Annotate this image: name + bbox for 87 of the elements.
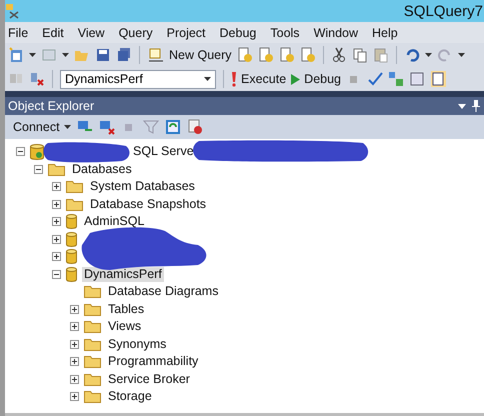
- menu-item[interactable]: Query: [118, 26, 153, 40]
- menu-item[interactable]: Debug: [220, 26, 256, 40]
- refresh-icon[interactable]: [164, 119, 181, 135]
- tree-node-label[interactable]: Views: [106, 319, 144, 334]
- database-icon: [66, 232, 77, 247]
- dropdown-icon[interactable]: [458, 104, 466, 108]
- results-icon[interactable]: [409, 71, 426, 87]
- expand-toggle[interactable]: [70, 304, 79, 314]
- expand-toggle[interactable]: [70, 374, 79, 384]
- new-query-button[interactable]: New Query: [147, 47, 232, 63]
- connect-button[interactable]: Connect: [13, 120, 71, 134]
- copy-icon[interactable]: [352, 47, 368, 63]
- tree-node-label[interactable]: Database Diagrams: [106, 284, 220, 300]
- app-icon[interactable]: [5, 3, 21, 19]
- database-icon: [66, 266, 77, 282]
- caret-icon[interactable]: [458, 53, 465, 57]
- tree-node-label[interactable]: Synonyms: [106, 336, 168, 352]
- server-icon: [30, 144, 44, 160]
- tree-node-label[interactable]: Databases: [70, 162, 134, 177]
- expand-toggle[interactable]: [52, 217, 61, 226]
- caret-icon[interactable]: [424, 53, 432, 57]
- tree-node-label[interactable]: Programmability: [106, 354, 200, 370]
- folder-icon: [84, 338, 101, 351]
- tree-node-label[interactable]: Database Snapshots: [88, 196, 208, 212]
- tree-node-label[interactable]: SQL Serve: [131, 144, 196, 160]
- tree-node-label[interactable]: Tables: [106, 302, 146, 317]
- new-query-icon: [147, 47, 165, 63]
- window-title: SQLQuery7: [404, 2, 483, 20]
- stop-activity-icon[interactable]: [186, 119, 203, 135]
- exclamation-icon: [231, 72, 237, 86]
- caret-icon[interactable]: [204, 77, 211, 81]
- cut-icon[interactable]: [330, 47, 347, 63]
- disconnect-icon[interactable]: [29, 71, 45, 87]
- folder-icon: [66, 180, 83, 194]
- folder-icon: [84, 285, 101, 298]
- tree-node-label[interactable]: Service Broker: [106, 372, 192, 387]
- menu-item[interactable]: Edit: [42, 26, 64, 40]
- menu-item[interactable]: Help: [372, 26, 398, 40]
- database-file-icon[interactable]: [300, 47, 316, 63]
- new-project-icon[interactable]: [8, 47, 24, 63]
- expand-toggle[interactable]: [52, 252, 61, 262]
- tree-node-label[interactable]: System Databases: [88, 179, 197, 194]
- menu-item[interactable]: Window: [314, 26, 358, 40]
- expand-toggle[interactable]: [70, 322, 79, 332]
- debug-button[interactable]: Debug: [291, 72, 342, 86]
- menu-item[interactable]: File: [8, 26, 28, 40]
- caret-icon[interactable]: [64, 125, 71, 129]
- folder-icon: [84, 302, 101, 316]
- grid-results-icon[interactable]: [430, 71, 446, 87]
- folder-icon: [84, 372, 101, 386]
- pin-icon[interactable]: [472, 100, 480, 112]
- database-icon: [66, 214, 77, 230]
- save-all-icon[interactable]: [116, 47, 132, 63]
- folder-icon: [66, 198, 83, 211]
- expand-toggle[interactable]: [70, 340, 79, 349]
- expand-toggle[interactable]: [52, 182, 61, 192]
- database-dropdown[interactable]: DynamicsPerf: [60, 70, 216, 88]
- disconnect-server-icon[interactable]: [98, 119, 115, 135]
- caret-icon[interactable]: [62, 53, 69, 57]
- execute-button[interactable]: Execute: [231, 72, 286, 86]
- save-icon[interactable]: [95, 47, 111, 63]
- expand-toggle[interactable]: [52, 200, 61, 209]
- expand-toggle[interactable]: [34, 164, 43, 174]
- expand-toggle[interactable]: [16, 147, 25, 156]
- tree-node-label[interactable]: DynamicsPerf: [82, 266, 164, 282]
- menu-item[interactable]: Project: [166, 26, 206, 40]
- folder-icon: [84, 355, 101, 368]
- database-file-icon[interactable]: [236, 47, 253, 63]
- database-file-icon[interactable]: [278, 47, 295, 63]
- tree-node-label[interactable]: Storage: [106, 389, 154, 404]
- pane-title: Object Explorer: [8, 99, 94, 113]
- paste-icon[interactable]: [372, 47, 389, 63]
- check-icon[interactable]: [367, 71, 384, 87]
- menu-item[interactable]: Tools: [270, 26, 300, 40]
- expand-toggle[interactable]: [70, 392, 79, 402]
- folder-icon: [84, 320, 101, 334]
- play-icon: [291, 74, 300, 84]
- expand-toggle[interactable]: [52, 270, 61, 279]
- folder-icon: [84, 390, 101, 404]
- query-plan-icon[interactable]: [388, 71, 404, 87]
- menu-item[interactable]: View: [78, 26, 105, 40]
- tree-node-label[interactable]: AdminSQL: [82, 214, 146, 230]
- caret-icon[interactable]: [29, 53, 36, 57]
- expand-toggle[interactable]: [70, 357, 79, 366]
- expand-toggle[interactable]: [52, 234, 61, 244]
- database-file-icon[interactable]: [258, 47, 274, 63]
- database-icon: [66, 249, 77, 264]
